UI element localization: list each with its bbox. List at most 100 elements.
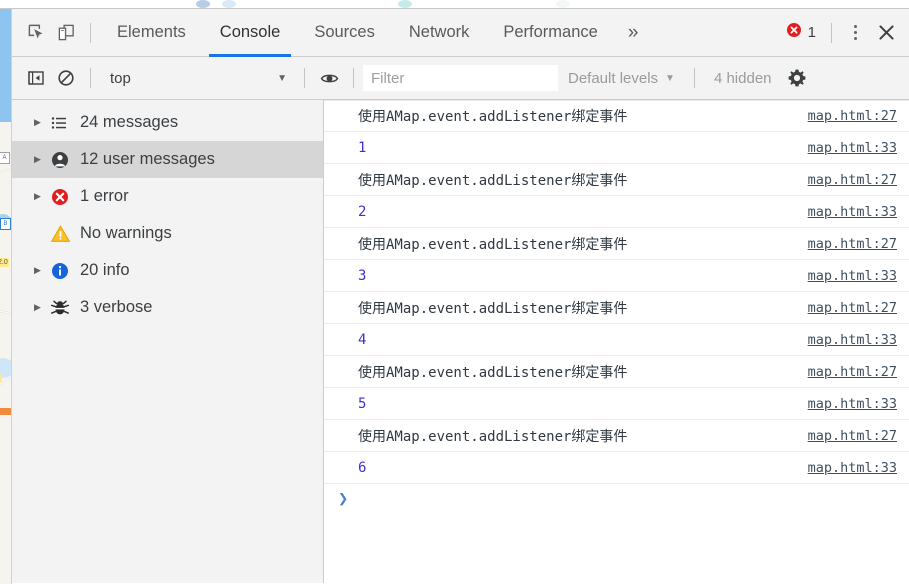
tab-elements[interactable]: Elements (100, 9, 203, 57)
toolbar-divider (90, 68, 91, 88)
table-row[interactable]: 4 map.html:33 (324, 324, 909, 356)
log-levels-select[interactable]: Default levels ▼ (558, 70, 685, 87)
toolbar-divider (831, 22, 832, 43)
table-row[interactable]: 使用AMap.event.addListener绑定事件 map.html:27 (324, 356, 909, 388)
map-poi-marker[interactable]: B (0, 218, 11, 230)
map-highlight-bar (0, 408, 11, 415)
map-poi-marker[interactable]: A (0, 152, 10, 164)
devtools-panel: Elements Console Sources Network Perform… (11, 9, 909, 584)
expand-triangle-icon[interactable]: ▶ (34, 154, 50, 165)
table-row[interactable]: 5 map.html:33 (324, 388, 909, 420)
expand-triangle-icon[interactable]: ▶ (34, 191, 50, 202)
console-source-link[interactable]: map.html:33 (808, 140, 897, 156)
table-row[interactable]: 2 map.html:33 (324, 196, 909, 228)
close-icon[interactable] (869, 16, 903, 50)
sidebar-item-verbose[interactable]: ▶ 3 verbose (12, 289, 323, 326)
devtools-main-toolbar: Elements Console Sources Network Perform… (12, 9, 909, 57)
amap-map-sliver[interactable]: A B 2.0 (0, 122, 11, 584)
console-source-link[interactable]: map.html:27 (808, 172, 897, 188)
page-ghost-mark (222, 0, 236, 8)
tab-label: Network (408, 23, 470, 41)
hidden-messages-count: 4 hidden (713, 69, 772, 87)
tab-sources[interactable]: Sources (297, 9, 392, 57)
table-row[interactable]: 使用AMap.event.addListener绑定事件 map.html:27 (324, 292, 909, 324)
console-message-text: 使用AMap.event.addListener绑定事件 (358, 236, 628, 253)
toolbar-divider (693, 68, 695, 88)
tab-label: Console (219, 23, 281, 41)
table-row[interactable]: 1 map.html:33 (324, 132, 909, 164)
table-row[interactable]: 3 map.html:33 (324, 260, 909, 292)
sidebar-item-info[interactable]: ▶ 20 info (12, 252, 323, 289)
expand-triangle-icon[interactable]: ▶ (34, 302, 50, 313)
sidebar-item-label: 12 user messages (80, 150, 215, 168)
console-source-link[interactable]: map.html:27 (808, 364, 897, 380)
console-source-link[interactable]: map.html:27 (808, 236, 897, 252)
console-source-link[interactable]: map.html:33 (808, 460, 897, 476)
toolbar-divider (304, 68, 305, 88)
tab-network[interactable]: Network (392, 9, 487, 57)
console-message-list[interactable]: 使用AMap.event.addListener绑定事件 map.html:27… (324, 100, 909, 583)
user-icon (50, 150, 80, 170)
error-icon (50, 187, 80, 207)
execution-context-value: top (110, 69, 131, 87)
execution-context-select[interactable]: top ▼ (100, 65, 295, 91)
devtools-window: A B 2.0 (0, 0, 909, 584)
map-scale-label: 2.0 (0, 258, 9, 267)
map-poi-label (0, 374, 2, 383)
console-source-link[interactable]: map.html:27 (808, 108, 897, 124)
device-toolbar-icon[interactable] (51, 18, 81, 48)
sidebar-item-user-messages[interactable]: ▶ 12 user messages (12, 141, 323, 178)
more-tabs-chevron-icon[interactable]: » (615, 9, 652, 57)
toolbar-divider (90, 22, 91, 43)
error-circle-icon (786, 22, 802, 43)
tab-console[interactable]: Console (203, 9, 298, 57)
page-blue-band (0, 9, 11, 122)
live-expression-eye-icon[interactable] (314, 63, 344, 93)
console-message-text: 5 (358, 395, 367, 412)
page-ghost-mark (398, 0, 412, 8)
sidebar-item-label: No warnings (80, 224, 172, 242)
sidebar-item-errors[interactable]: ▶ 1 error (12, 178, 323, 215)
console-message-text: 4 (358, 331, 367, 348)
table-row[interactable]: 使用AMap.event.addListener绑定事件 map.html:27 (324, 228, 909, 260)
console-message-text: 使用AMap.event.addListener绑定事件 (358, 428, 628, 445)
console-message-text: 6 (358, 459, 367, 476)
sidebar-item-label: 1 error (80, 187, 129, 205)
sidebar-item-label: 24 messages (80, 113, 179, 131)
inspect-element-icon[interactable] (21, 18, 51, 48)
console-source-link[interactable]: map.html:33 (808, 396, 897, 412)
settings-gear-icon[interactable] (782, 63, 812, 93)
error-count-badge[interactable]: 1 (780, 22, 822, 43)
devtools-tabs: Elements Console Sources Network Perform… (100, 9, 651, 57)
sidebar-item-messages[interactable]: ▶ 24 messages (12, 104, 323, 141)
console-prompt[interactable]: ❯ (324, 484, 909, 514)
list-icon (50, 114, 80, 132)
console-source-link[interactable]: map.html:27 (808, 428, 897, 444)
info-icon (50, 261, 80, 281)
console-source-link[interactable]: map.html:33 (808, 204, 897, 220)
page-ghost-mark (196, 0, 210, 8)
expand-triangle-icon[interactable]: ▶ (34, 265, 50, 276)
console-source-link[interactable]: map.html:33 (808, 332, 897, 348)
warning-icon (50, 224, 80, 244)
console-source-link[interactable]: map.html:27 (808, 300, 897, 316)
console-message-text: 使用AMap.event.addListener绑定事件 (358, 300, 628, 317)
console-filter-input[interactable] (363, 65, 558, 91)
sidebar-item-warnings[interactable]: ▶ No warnings (12, 215, 323, 252)
error-count-label: 1 (807, 24, 816, 41)
table-row[interactable]: 使用AMap.event.addListener绑定事件 map.html:27 (324, 420, 909, 452)
console-body: ▶ 24 messages ▶ 12 user messages ▶ 1 err… (12, 100, 909, 583)
console-sidebar-toggle-icon[interactable] (21, 63, 51, 93)
chevron-down-icon: ▼ (277, 72, 287, 84)
table-row[interactable]: 使用AMap.event.addListener绑定事件 map.html:27 (324, 164, 909, 196)
table-row[interactable]: 6 map.html:33 (324, 452, 909, 484)
expand-triangle-icon[interactable]: ▶ (34, 117, 50, 128)
tab-label: Performance (503, 23, 598, 41)
log-levels-label: Default levels (568, 69, 659, 87)
table-row[interactable]: 使用AMap.event.addListener绑定事件 map.html:27 (324, 100, 909, 132)
tab-performance[interactable]: Performance (486, 9, 614, 57)
console-source-link[interactable]: map.html:33 (808, 268, 897, 284)
console-message-text: 3 (358, 267, 367, 284)
clear-console-icon[interactable] (51, 63, 81, 93)
more-options-kebab-icon[interactable] (841, 19, 869, 47)
